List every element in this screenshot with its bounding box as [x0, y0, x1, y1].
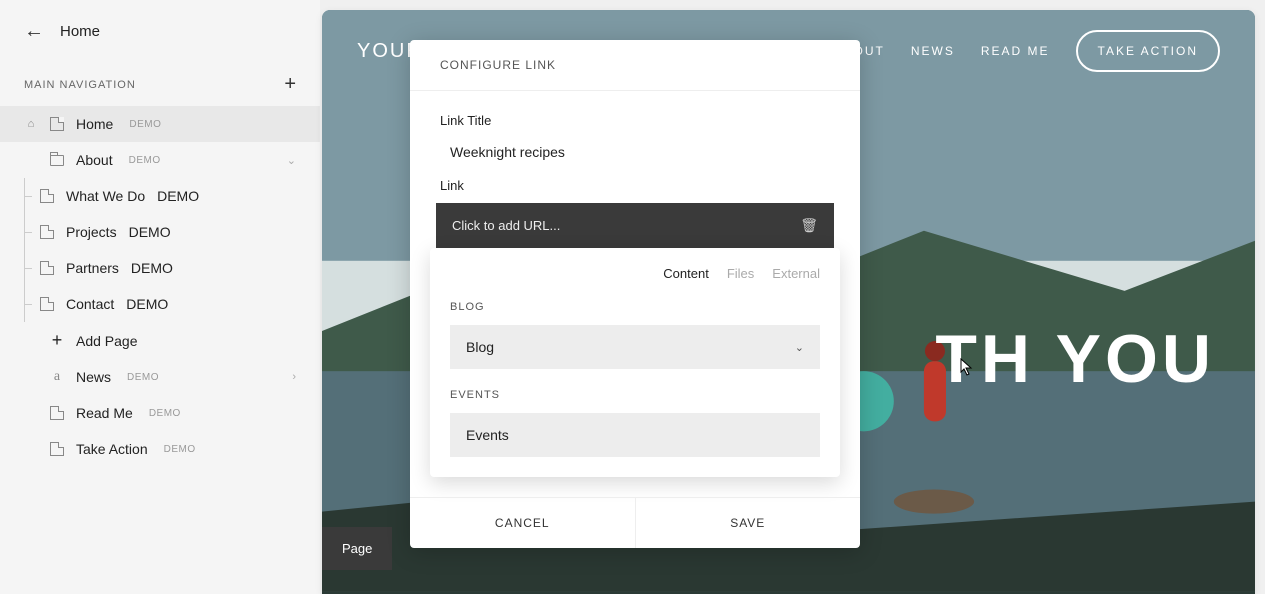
tab-external[interactable]: External: [772, 266, 820, 281]
nav-label: Contact: [66, 296, 114, 312]
nav-item-read-me[interactable]: Read Me DEMO: [0, 395, 320, 431]
chevron-down-icon: ⌄: [795, 341, 804, 354]
cta-button[interactable]: TAKE ACTION: [1076, 30, 1220, 72]
nav-item-home[interactable]: ⌂ Home DEMO: [0, 106, 320, 142]
demo-tag: DEMO: [164, 444, 196, 455]
hero-heading-fragment: TH YOU: [935, 320, 1215, 398]
nav-label: Take Action: [76, 441, 148, 457]
demo-tag: DEMO: [131, 260, 173, 276]
nav-label: Partners: [66, 260, 119, 276]
page-icon: [40, 297, 54, 311]
configure-link-modal: CONFIGURE LINK Link Title Weeknight reci…: [410, 40, 860, 548]
category-events-label: EVENTS: [450, 389, 820, 401]
events-dropdown[interactable]: Events: [450, 413, 820, 457]
nav-label: News: [76, 369, 111, 385]
dropdown-value: Events: [466, 427, 509, 443]
page-icon: [50, 406, 64, 420]
page-icon: [40, 261, 54, 275]
blog-type-icon: a: [50, 369, 64, 385]
chevron-down-icon[interactable]: ⌄: [287, 154, 296, 167]
nav-label: What We Do: [66, 188, 145, 204]
cancel-button[interactable]: CANCEL: [410, 498, 636, 548]
nav-label: Home: [76, 116, 113, 132]
trash-icon[interactable]: 🗑: [800, 217, 818, 234]
page-icon: [40, 225, 54, 239]
demo-tag: DEMO: [126, 296, 168, 312]
link-field-label: Link: [440, 178, 830, 193]
folder-icon: [50, 155, 64, 166]
nav-item-news[interactable]: a News DEMO ›: [0, 359, 320, 395]
page-type-badge[interactable]: Page: [322, 527, 392, 570]
modal-footer: CANCEL SAVE: [410, 497, 860, 548]
site-nav-news[interactable]: NEWS: [911, 44, 955, 58]
url-input-bar[interactable]: Click to add URL... 🗑: [436, 203, 834, 248]
dropdown-value: Blog: [466, 339, 494, 355]
page-icon: [50, 442, 64, 456]
back-arrow-icon[interactable]: ←: [24, 20, 44, 43]
demo-tag: DEMO: [157, 188, 199, 204]
demo-tag: DEMO: [129, 224, 171, 240]
category-blog-label: BLOG: [450, 301, 820, 313]
tab-content[interactable]: Content: [663, 266, 709, 281]
nav-label: Projects: [66, 224, 117, 240]
add-nav-icon[interactable]: +: [284, 73, 296, 96]
save-button[interactable]: SAVE: [636, 498, 861, 548]
add-page-label: Add Page: [76, 333, 138, 349]
demo-tag: DEMO: [129, 119, 161, 130]
url-placeholder: Click to add URL...: [452, 218, 560, 233]
blog-dropdown[interactable]: Blog ⌄: [450, 325, 820, 369]
nav-sub-contact[interactable]: Contact DEMO: [30, 286, 320, 322]
page-icon: [40, 189, 54, 203]
about-subitems: What We Do DEMO Projects DEMO Partners D…: [0, 178, 320, 359]
tab-files[interactable]: Files: [727, 266, 754, 281]
section-label: MAIN NAVIGATION: [24, 79, 136, 91]
demo-tag: DEMO: [127, 372, 159, 383]
sidebar-header: ← Home: [0, 20, 320, 63]
chevron-right-icon[interactable]: ›: [292, 371, 296, 383]
link-title-input[interactable]: Weeknight recipes: [440, 140, 830, 178]
nav-item-about[interactable]: About DEMO ⌄: [0, 142, 320, 178]
link-title-label: Link Title: [440, 113, 830, 128]
link-picker-panel: Content Files External BLOG Blog ⌄ EVENT…: [430, 248, 840, 477]
nav-sub-what-we-do[interactable]: What We Do DEMO: [30, 178, 320, 214]
nav-label: Read Me: [76, 405, 133, 421]
demo-tag: DEMO: [149, 408, 181, 419]
modal-title: CONFIGURE LINK: [410, 40, 860, 91]
sidebar-panel: ← Home MAIN NAVIGATION + ⌂ Home DEMO Abo…: [0, 0, 320, 594]
link-tabs: Content Files External: [450, 266, 820, 281]
section-header: MAIN NAVIGATION +: [0, 63, 320, 106]
add-page-button[interactable]: + Add Page: [30, 322, 320, 359]
page-icon: [50, 117, 64, 131]
site-nav-read-me[interactable]: READ ME: [981, 44, 1050, 58]
plus-icon: +: [50, 330, 64, 351]
demo-tag: DEMO: [129, 155, 161, 166]
nav-item-take-action[interactable]: Take Action DEMO: [0, 431, 320, 467]
sidebar-back-label[interactable]: Home: [60, 23, 100, 40]
nav-sub-partners[interactable]: Partners DEMO: [30, 250, 320, 286]
nav-label: About: [76, 152, 113, 168]
nav-sub-projects[interactable]: Projects DEMO: [30, 214, 320, 250]
home-indicator-icon: ⌂: [24, 118, 38, 130]
